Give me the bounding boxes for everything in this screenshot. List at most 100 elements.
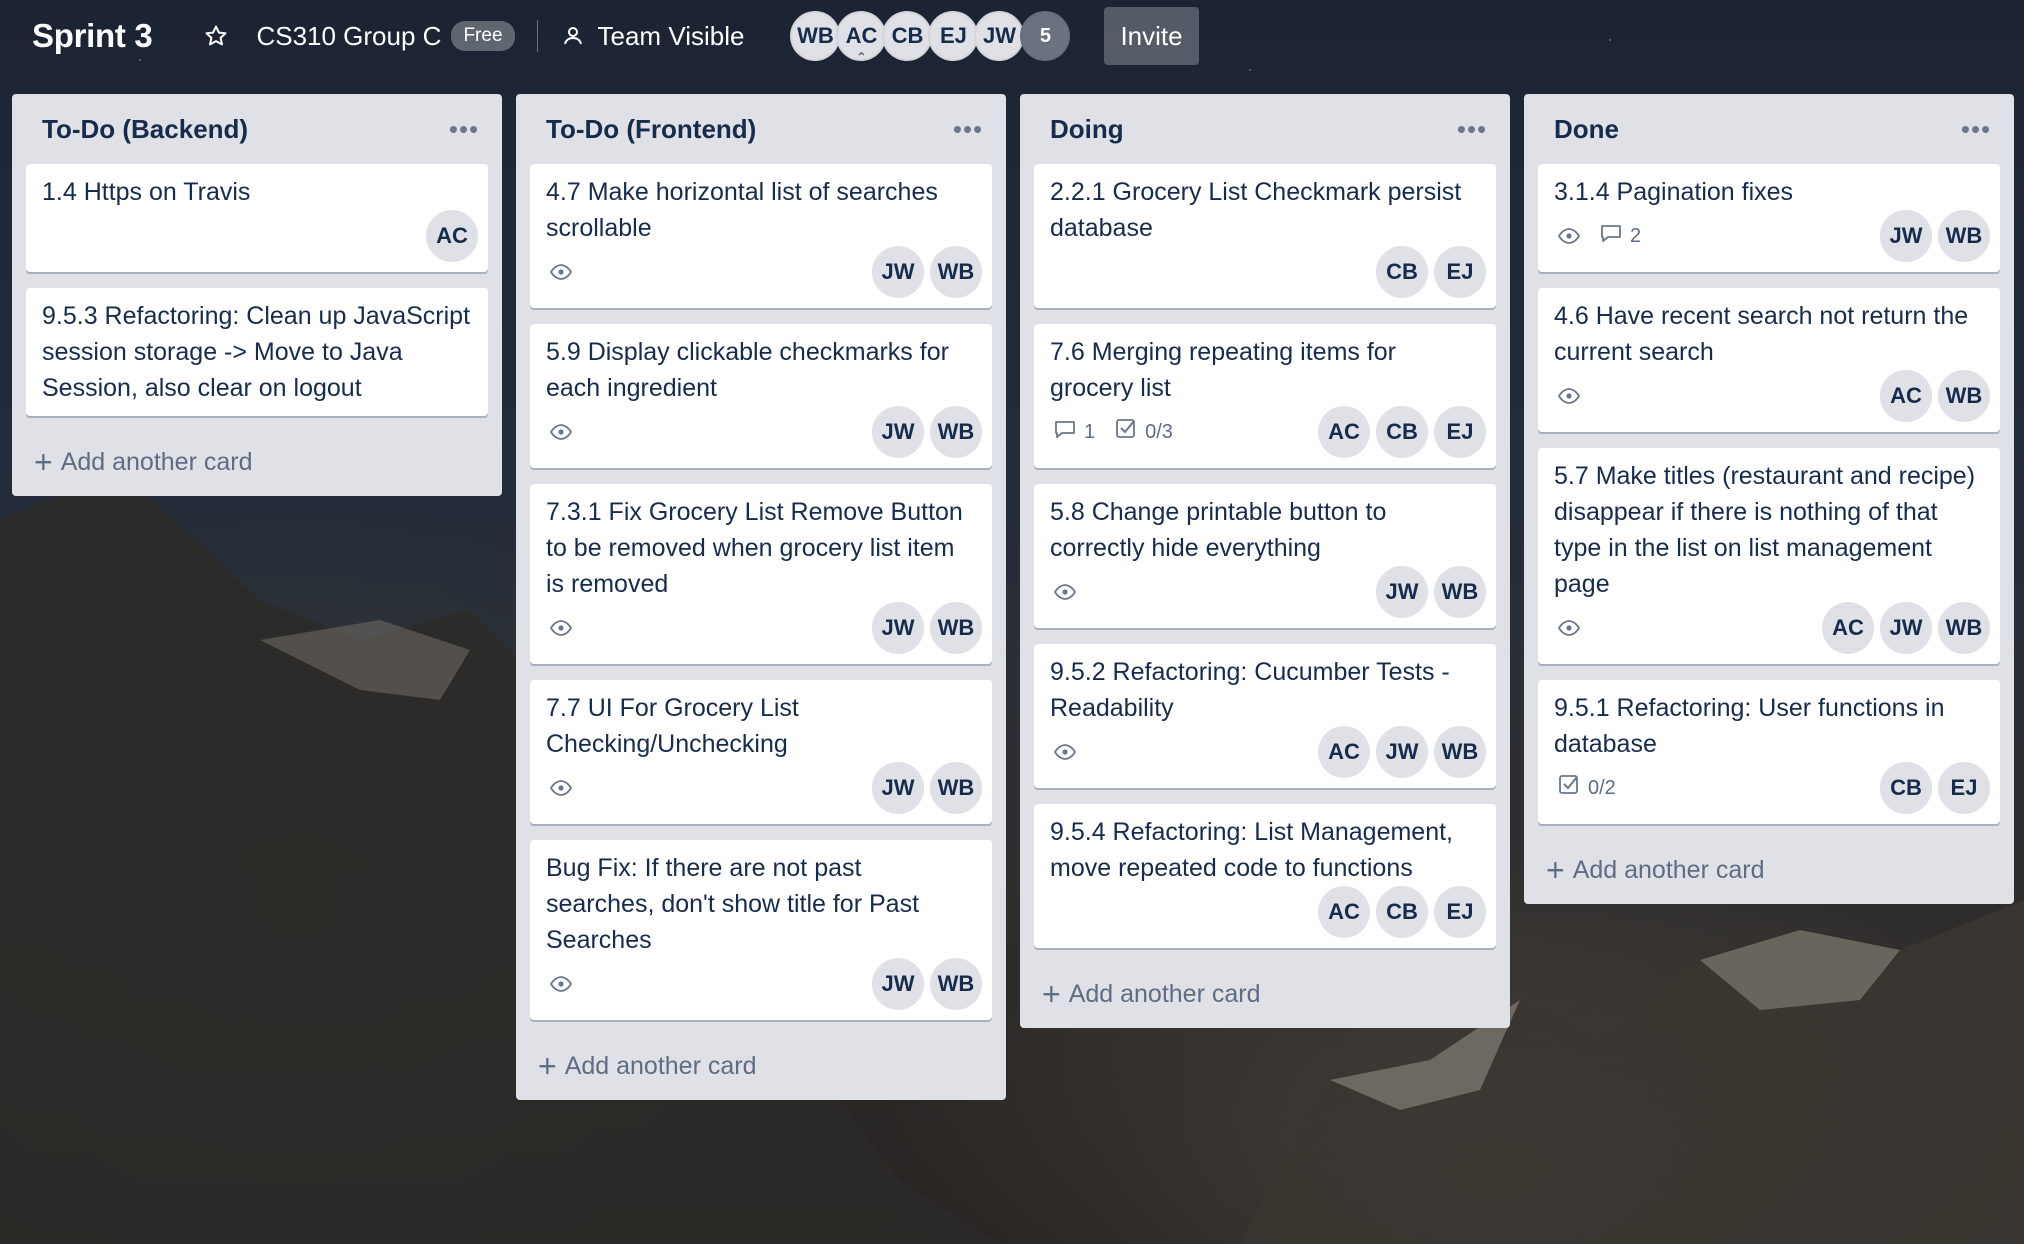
member-avatar[interactable]: WB	[930, 602, 982, 654]
list-header: Done •••	[1538, 94, 2000, 164]
member-avatar[interactable]: WB	[930, 406, 982, 458]
card[interactable]: 7.3.1 Fix Grocery List Remove Button to …	[530, 484, 992, 664]
card-footer: AC	[42, 210, 478, 262]
member-avatar[interactable]: JW	[1376, 566, 1428, 618]
member-avatar[interactable]: JW	[872, 602, 924, 654]
list-menu-icon[interactable]: •••	[446, 114, 482, 144]
watching-eye-icon	[1558, 388, 1580, 404]
card-footer: AC JW WB	[1050, 726, 1486, 778]
member-avatar[interactable]: EJ	[1434, 886, 1486, 938]
member-avatar[interactable]: CB	[882, 11, 933, 61]
member-avatar[interactable]: JW	[872, 762, 924, 814]
member-avatar[interactable]: JW	[974, 11, 1025, 61]
card[interactable]: 9.5.1 Refactoring: User functions in dat…	[1538, 680, 2000, 824]
card-members: JW WB	[872, 406, 982, 458]
card[interactable]: 1.4 Https on Travis AC	[26, 164, 488, 272]
star-icon[interactable]	[196, 16, 236, 56]
list-title[interactable]: To-Do (Frontend)	[546, 114, 756, 145]
list-menu-icon[interactable]: •••	[1454, 114, 1490, 144]
list-title[interactable]: To-Do (Backend)	[42, 114, 248, 145]
card-footer: 2 JW WB	[1554, 210, 1990, 262]
member-count[interactable]: 5	[1020, 11, 1071, 61]
list-title[interactable]: Done	[1554, 114, 1619, 145]
member-avatar[interactable]: AC	[1822, 602, 1874, 654]
member-avatar[interactable]: AC	[1318, 726, 1370, 778]
watching-eye-icon	[1054, 584, 1076, 600]
member-avatar[interactable]: JW	[872, 246, 924, 298]
card[interactable]: 4.6 Have recent search not return the cu…	[1538, 288, 2000, 432]
member-avatar[interactable]: CB	[1880, 762, 1932, 814]
member-avatar[interactable]: EJ	[1938, 762, 1990, 814]
invite-button[interactable]: Invite	[1104, 7, 1199, 65]
member-avatar[interactable]: EJ	[928, 11, 979, 61]
card-members: AC JW WB	[1318, 726, 1486, 778]
list-menu-icon[interactable]: •••	[950, 114, 986, 144]
member-avatar[interactable]: WB	[1434, 726, 1486, 778]
member-avatar[interactable]: AC	[426, 210, 478, 262]
comments-badge: 2	[1600, 223, 1641, 249]
card[interactable]: 7.6 Merging repeating items for grocery …	[1034, 324, 1496, 468]
card[interactable]: 9.5.4 Refactoring: List Management, move…	[1034, 804, 1496, 948]
add-card-button[interactable]: + Add another card	[530, 1036, 992, 1086]
member-avatar[interactable]: CB	[1376, 246, 1428, 298]
card-title: 9.5.2 Refactoring: Cucumber Tests - Read…	[1050, 658, 1450, 722]
member-avatar[interactable]: WB	[1434, 566, 1486, 618]
member-avatar[interactable]: AC	[1318, 406, 1370, 458]
watching-eye-icon	[550, 264, 572, 280]
comment-count: 1	[1084, 420, 1096, 443]
list-header: To-Do (Frontend) •••	[530, 94, 992, 164]
member-avatar[interactable]: CB	[1376, 886, 1428, 938]
member-avatar[interactable]: EJ	[1434, 246, 1486, 298]
add-card-label: Add another card	[60, 447, 253, 476]
member-avatar[interactable]: JW	[1880, 602, 1932, 654]
list-menu-icon[interactable]: •••	[1958, 114, 1994, 144]
card[interactable]: 5.7 Make titles (restaurant and recipe) …	[1538, 448, 2000, 664]
card-members: AC CB EJ	[1318, 406, 1486, 458]
card-footer: JW WB	[1050, 566, 1486, 618]
member-avatar[interactable]: JW	[872, 958, 924, 1010]
comment-icon	[1600, 223, 1622, 249]
card-badges	[546, 264, 572, 280]
member-avatar[interactable]: AC	[1318, 886, 1370, 938]
card-badges	[1554, 388, 1580, 404]
member-avatar[interactable]: WB	[930, 762, 982, 814]
card[interactable]: 5.8 Change printable button to correctly…	[1034, 484, 1496, 628]
card[interactable]: 4.7 Make horizontal list of searches scr…	[530, 164, 992, 308]
list-title[interactable]: Doing	[1050, 114, 1124, 145]
card-members: AC WB	[1880, 370, 1990, 422]
member-avatar[interactable]: JW	[872, 406, 924, 458]
board-title[interactable]: Sprint 3	[32, 17, 153, 55]
card[interactable]: 9.5.2 Refactoring: Cucumber Tests - Read…	[1034, 644, 1496, 788]
card-footer: JW WB	[546, 246, 982, 298]
board-members: WB AC ⌃ CB EJ JW 5	[790, 11, 1071, 63]
card[interactable]: 5.9 Display clickable checkmarks for eac…	[530, 324, 992, 468]
member-avatar[interactable]: WB	[1938, 602, 1990, 654]
team-name[interactable]: CS310 Group C	[256, 21, 441, 52]
card-badges	[546, 976, 572, 992]
member-avatar[interactable]: AC ⌃	[836, 11, 887, 63]
member-avatar[interactable]: JW	[1376, 726, 1428, 778]
member-avatar[interactable]: WB	[790, 11, 841, 61]
member-avatar[interactable]: JW	[1880, 210, 1932, 262]
visibility-button[interactable]: Team Visible	[562, 21, 744, 52]
add-card-button[interactable]: + Add another card	[1034, 964, 1496, 1014]
list-header: Doing •••	[1034, 94, 1496, 164]
card[interactable]: 9.5.3 Refactoring: Clean up JavaScript s…	[26, 288, 488, 416]
card[interactable]: 3.1.4 Pagination fixes 2 JW WB	[1538, 164, 2000, 272]
member-avatar[interactable]: WB	[1938, 370, 1990, 422]
card-badges: 0/2	[1554, 774, 1616, 802]
member-avatar[interactable]: WB	[930, 246, 982, 298]
add-card-button[interactable]: + Add another card	[26, 432, 488, 482]
card[interactable]: 7.7 UI For Grocery List Checking/Uncheck…	[530, 680, 992, 824]
add-card-button[interactable]: + Add another card	[1538, 840, 2000, 890]
card[interactable]: 2.2.1 Grocery List Checkmark persist dat…	[1034, 164, 1496, 308]
member-avatar[interactable]: WB	[930, 958, 982, 1010]
card-title: 4.7 Make horizontal list of searches scr…	[546, 178, 938, 242]
card-badges	[546, 620, 572, 636]
member-avatar[interactable]: CB	[1376, 406, 1428, 458]
member-avatar[interactable]: EJ	[1434, 406, 1486, 458]
card[interactable]: Bug Fix: If there are not past searches,…	[530, 840, 992, 1020]
member-avatar[interactable]: AC	[1880, 370, 1932, 422]
card-badges	[1554, 620, 1580, 636]
member-avatar[interactable]: WB	[1938, 210, 1990, 262]
